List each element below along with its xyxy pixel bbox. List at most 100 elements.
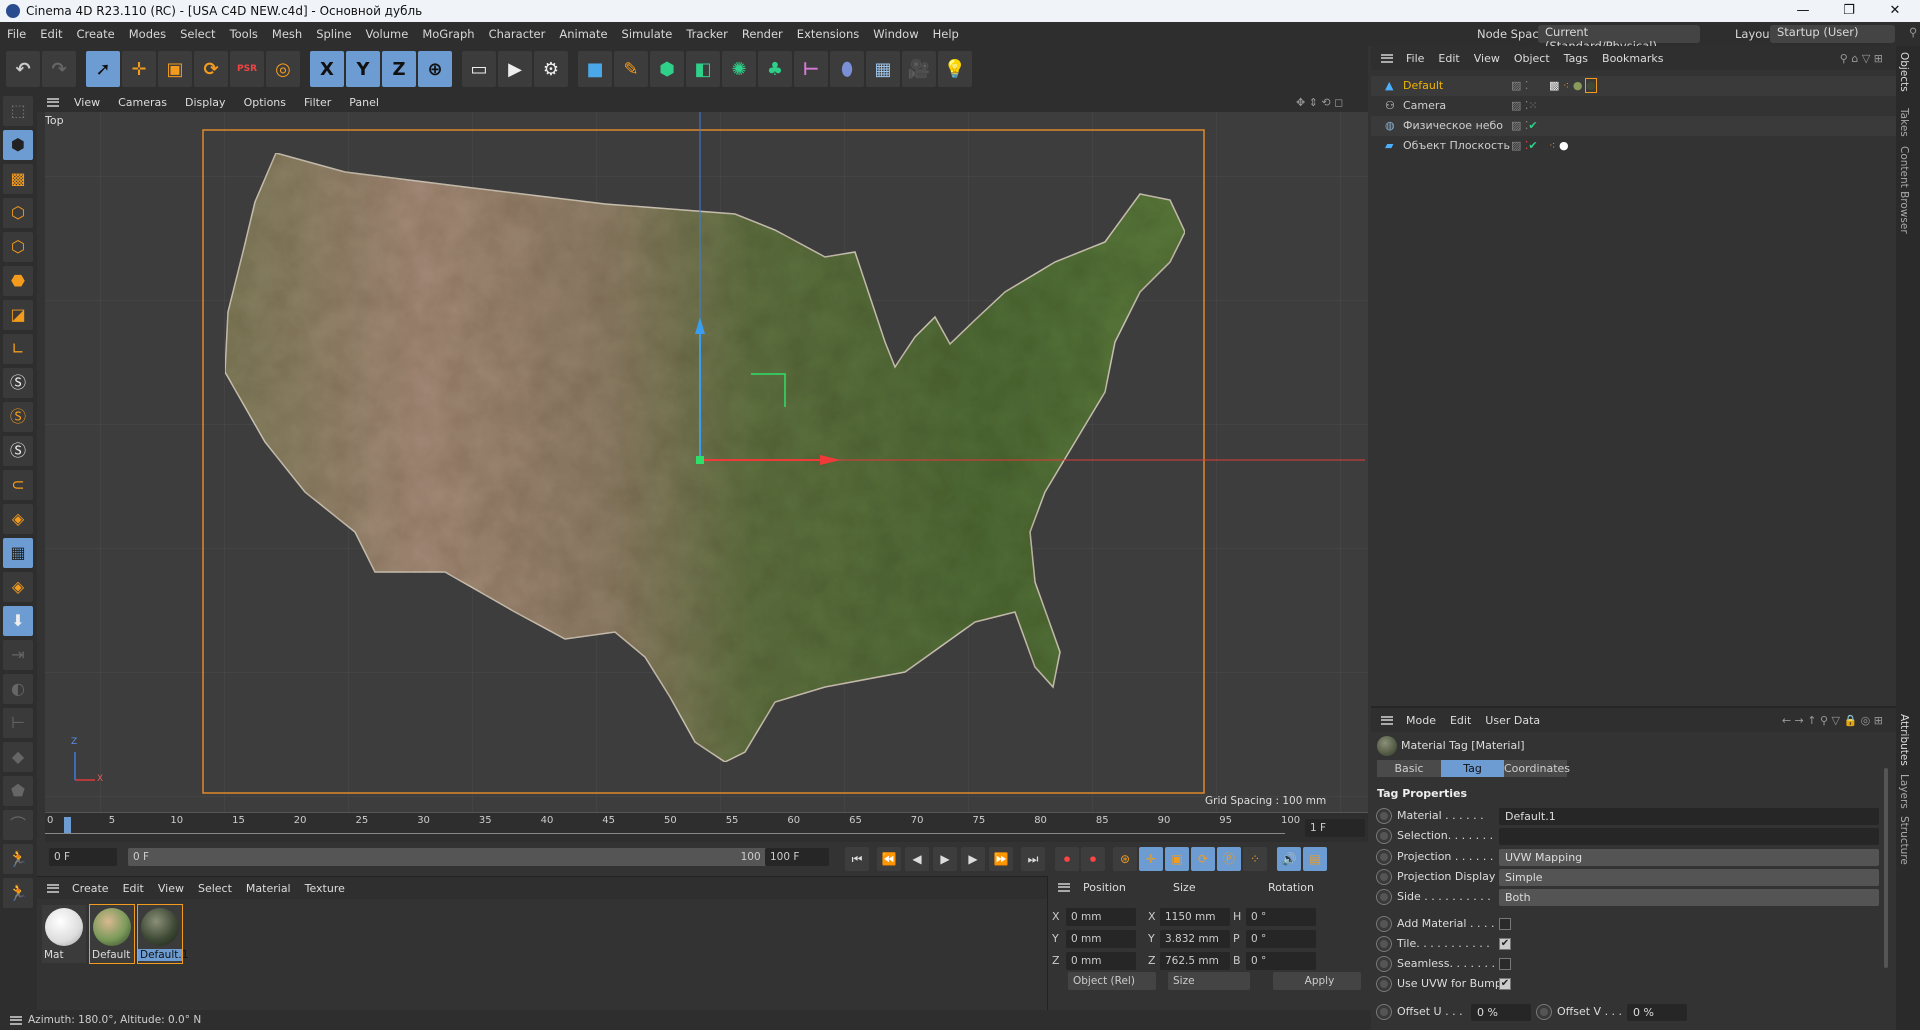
side-dropdown[interactable]: Both <box>1499 889 1879 906</box>
coord-pos-x[interactable]: 0 mm <box>1066 908 1136 926</box>
visibility-icon[interactable]: ▨ ⁚ <box>1511 76 1528 96</box>
tab-attributes[interactable]: Attributes <box>1898 714 1910 766</box>
animate-toggle[interactable] <box>1377 829 1391 843</box>
tab-tag[interactable]: Tag <box>1441 760 1504 777</box>
menu-mesh[interactable]: Mesh <box>265 27 309 41</box>
obj-menu-edit[interactable]: Edit <box>1431 52 1466 65</box>
coord-size-z[interactable]: 762.5 mm <box>1160 952 1230 970</box>
make-editable-icon[interactable]: ⬚ <box>3 96 33 126</box>
tab-layers[interactable]: Layers <box>1898 774 1910 809</box>
visibility-icon[interactable]: ▨ ⁚✔ <box>1511 136 1538 156</box>
menu-spline[interactable]: Spline <box>309 27 358 41</box>
seamless-checkbox[interactable] <box>1499 958 1511 970</box>
projection-display-dropdown[interactable]: Simple <box>1499 869 1879 886</box>
keyframe-selection-icon[interactable]: ⊛ <box>1113 847 1137 871</box>
viewport-menu-display[interactable]: Display <box>176 96 235 109</box>
search-icon[interactable]: ⚲ <box>1902 25 1920 39</box>
camera-icon[interactable]: 🎥 <box>902 51 936 87</box>
solo-icon[interactable]: ⬇ <box>3 606 33 636</box>
attribute-scrollbar[interactable] <box>1884 768 1888 968</box>
texture-mode-icon[interactable]: ▩ <box>3 164 33 194</box>
cube-icon[interactable]: ■ <box>578 51 612 87</box>
mograph-icon[interactable]: ♣ <box>758 51 792 87</box>
animate-toggle[interactable] <box>1377 890 1391 904</box>
animate-toggle[interactable] <box>1377 937 1391 951</box>
use-uvw-bump-checkbox[interactable]: ✔ <box>1499 978 1511 990</box>
material-tag-icon-selected[interactable]: ● <box>1585 78 1597 93</box>
polygons-mode-icon[interactable]: ⬣ <box>3 266 33 296</box>
undo-icon[interactable]: ↶ <box>6 51 40 87</box>
current-frame-field[interactable]: 1 F <box>1305 819 1365 837</box>
pen-spline-icon[interactable]: ✎ <box>614 51 648 87</box>
status-menu-icon[interactable] <box>10 1015 22 1025</box>
coord-size-x[interactable]: 1150 mm <box>1160 908 1230 926</box>
coord-rot-y[interactable]: 0 ° <box>1246 930 1316 948</box>
material-tag-icon[interactable]: ● <box>1573 79 1583 92</box>
menu-tracker[interactable]: Tracker <box>679 27 735 41</box>
maximize-button[interactable]: ❐ <box>1826 0 1872 22</box>
viewport-menu-panel[interactable]: Panel <box>340 96 388 109</box>
obj-menu-file[interactable]: File <box>1399 52 1431 65</box>
texture-tag-icon[interactable]: ▩ <box>1549 79 1559 92</box>
mat-menu-material[interactable]: Material <box>239 882 298 895</box>
magnet-icon[interactable]: ⊂ <box>3 470 33 500</box>
key-pla-icon[interactable]: ⁘ <box>1243 847 1267 871</box>
size-mode-dropdown[interactable]: Size <box>1168 972 1250 990</box>
object-name[interactable]: Объект Плоскость <box>1403 136 1510 156</box>
record-icon[interactable]: ⏺ <box>1055 847 1079 871</box>
layout-dropdown[interactable]: Startup (User) <box>1770 25 1895 43</box>
end-frame-field[interactable]: 100 F <box>765 848 829 866</box>
viewport-menu-icon[interactable] <box>47 97 59 107</box>
menu-simulate[interactable]: Simulate <box>615 27 680 41</box>
attribute-nav-icons[interactable]: ← → ↑ ⚲ ▽ 🔒 ◎ ⊞ <box>1775 714 1890 727</box>
object-axis-center[interactable] <box>696 456 704 464</box>
character-import-icon[interactable]: 🏃 <box>3 844 33 874</box>
redo-icon[interactable]: ↷ <box>42 51 76 87</box>
previous-key-icon[interactable]: ⏪ <box>877 847 901 871</box>
menu-help[interactable]: Help <box>926 27 966 41</box>
cloner-icon[interactable]: ✺ <box>722 51 756 87</box>
viewport-menu-filter[interactable]: Filter <box>295 96 340 109</box>
select-tool-icon[interactable]: ➚ <box>86 51 120 87</box>
object-manager-tools-icons[interactable]: ⚲ ⌂ ▽ ⊞ <box>1833 52 1890 65</box>
animate-toggle[interactable] <box>1377 870 1391 884</box>
menu-volume[interactable]: Volume <box>359 27 416 41</box>
animate-toggle[interactable] <box>1377 809 1391 823</box>
curve-tool-icon[interactable]: ⌒ <box>3 810 33 840</box>
quantize-icon[interactable]: Ⓢ <box>3 436 33 466</box>
go-to-end-icon[interactable]: ⏭ <box>1021 847 1045 871</box>
live-select-icon[interactable]: ◎ <box>266 51 300 87</box>
animate-toggle[interactable] <box>1377 917 1391 931</box>
key-position-icon[interactable]: ✛ <box>1139 847 1163 871</box>
uv-mode-icon[interactable]: ◪ <box>3 300 33 330</box>
selection-field[interactable] <box>1499 828 1879 845</box>
offset-u-field[interactable]: 0 % <box>1471 1004 1531 1021</box>
extrude-icon[interactable]: ◧ <box>686 51 720 87</box>
axis-mode-icon[interactable]: ∟ <box>3 334 33 364</box>
deformer-icon[interactable]: ⊢ <box>794 51 828 87</box>
menu-character[interactable]: Character <box>482 27 553 41</box>
snap-settings-icon[interactable]: Ⓢ <box>3 402 33 432</box>
mat-menu-create[interactable]: Create <box>65 882 116 895</box>
points-mode-icon[interactable]: ⬡ <box>3 198 33 228</box>
psr-icon[interactable]: PSR <box>230 51 264 87</box>
snap-icon[interactable]: Ⓢ <box>3 368 33 398</box>
material-swatch[interactable]: Mat <box>42 905 86 963</box>
key-parameter-icon[interactable]: Ⓟ <box>1217 847 1241 871</box>
viewport-menu-options[interactable]: Options <box>235 96 295 109</box>
object-row[interactable]: ◍ Физическое небо ▨ ⁚✔ <box>1371 116 1896 136</box>
menu-render[interactable]: Render <box>735 27 790 41</box>
coord-mode-dropdown[interactable]: Object (Rel) <box>1068 972 1156 990</box>
scale-tool-icon[interactable]: ▣ <box>158 51 192 87</box>
attr-menu-mode[interactable]: Mode <box>1399 714 1443 727</box>
timeline-tool-icon[interactable]: ⇥ <box>3 640 33 670</box>
next-frame-icon[interactable]: ▶ <box>961 847 985 871</box>
autokey-icon[interactable]: ⏺ <box>1081 847 1105 871</box>
menu-select[interactable]: Select <box>173 27 222 41</box>
menu-modes[interactable]: Modes <box>122 27 173 41</box>
node-space-dropdown[interactable]: Current (Standard/Physical) <box>1538 25 1700 53</box>
animate-toggle[interactable] <box>1377 977 1391 991</box>
projection-dropdown[interactable]: UVW Mapping <box>1499 849 1879 866</box>
edges-mode-icon[interactable]: ⬡ <box>3 232 33 262</box>
subdivision-icon[interactable]: ⬢ <box>650 51 684 87</box>
